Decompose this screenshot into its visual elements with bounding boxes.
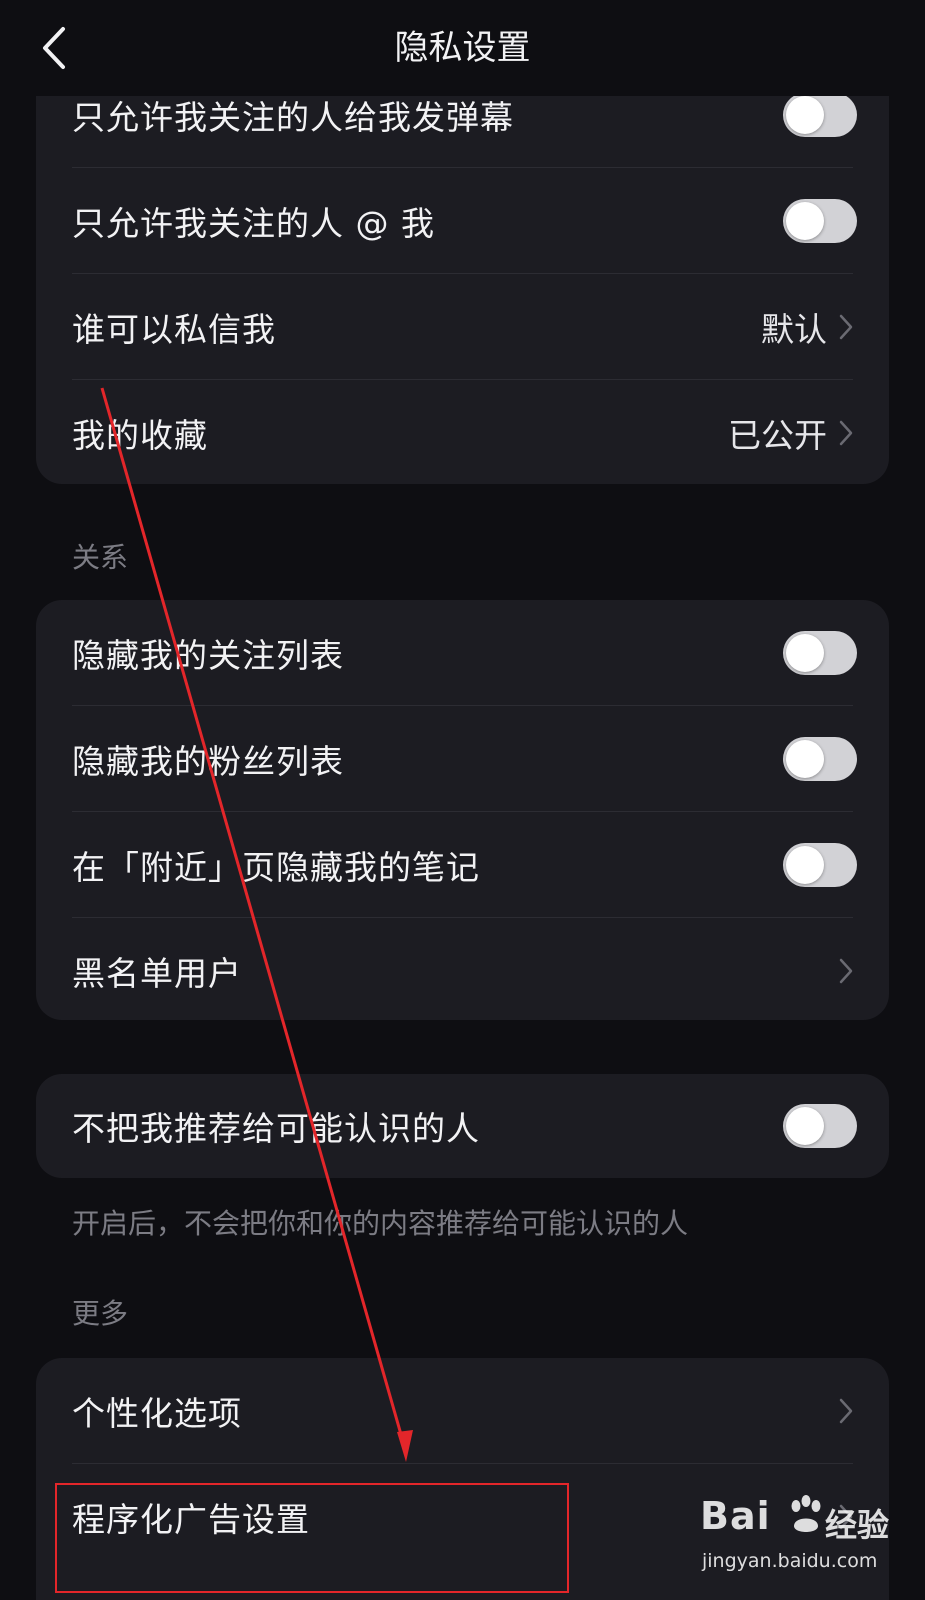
row-hide-following[interactable]: 隐藏我的关注列表 xyxy=(36,600,889,706)
row-label: 谁可以私信我 xyxy=(72,310,276,349)
watermark-url: jingyan.baidu.com xyxy=(702,1550,878,1572)
recommend-hint-text: 开启后，不会把你和你的内容推荐给可能认识的人 xyxy=(72,1207,689,1240)
toggle-danmaku-followed-only[interactable] xyxy=(783,93,857,137)
row-label: 隐藏我的粉丝列表 xyxy=(72,742,344,781)
chevron-right-icon xyxy=(835,956,857,986)
annotation-highlight-box xyxy=(55,1483,569,1593)
row-blacklist[interactable]: 黑名单用户 xyxy=(36,918,889,1020)
toggle-knob xyxy=(786,634,824,672)
row-who-can-message[interactable]: 谁可以私信我 默认 xyxy=(36,274,889,380)
privacy-card-interaction: 只允许我关注的人给我发弹幕 只允许我关注的人 @ 我 谁可以私信我 默认 我的收… xyxy=(36,38,889,484)
row-label: 在「附近」页隐藏我的笔记 xyxy=(72,848,480,887)
row-label: 个性化选项 xyxy=(72,1394,242,1433)
privacy-card-relation: 隐藏我的关注列表 隐藏我的粉丝列表 在「附近」页隐藏我的笔记 黑名单用户 xyxy=(36,600,889,1020)
row-hide-followers[interactable]: 隐藏我的粉丝列表 xyxy=(36,706,889,812)
section-label-relation: 关系 xyxy=(72,541,129,574)
row-label: 不把我推荐给可能认识的人 xyxy=(72,1109,480,1148)
row-value: 已公开 xyxy=(728,416,827,455)
row-label: 隐藏我的关注列表 xyxy=(72,636,344,675)
toggle-knob xyxy=(786,96,824,134)
chevron-right-icon xyxy=(835,418,857,448)
watermark-logo-suffix: 经验 xyxy=(825,1506,890,1544)
nav-bar: 隐私设置 xyxy=(0,0,925,96)
paw-icon xyxy=(791,1495,821,1532)
page-title: 隐私设置 xyxy=(394,28,531,68)
row-my-favorites[interactable]: 我的收藏 已公开 xyxy=(36,380,889,484)
section-label-more: 更多 xyxy=(72,1297,129,1330)
baidu-jingyan-watermark: Bai 经验 jingyan.baidu.com xyxy=(700,1494,900,1584)
chevron-right-icon xyxy=(835,312,857,342)
privacy-card-recommend: 不把我推荐给可能认识的人 xyxy=(36,1074,889,1178)
toggle-no-recommend[interactable] xyxy=(783,1104,857,1148)
row-label: 黑名单用户 xyxy=(72,954,242,993)
chevron-right-icon xyxy=(835,1396,857,1426)
row-hide-notes-nearby[interactable]: 在「附近」页隐藏我的笔记 xyxy=(36,812,889,918)
row-personalization[interactable]: 个性化选项 xyxy=(36,1358,889,1464)
toggle-knob xyxy=(786,846,824,884)
row-no-recommend-to-acquaintances[interactable]: 不把我推荐给可能认识的人 xyxy=(36,1074,889,1178)
watermark-logo: Bai xyxy=(700,1494,771,1538)
toggle-hide-followers[interactable] xyxy=(783,737,857,781)
toggle-knob xyxy=(786,1107,824,1145)
row-label: 只允许我关注的人 @ 我 xyxy=(72,204,435,243)
row-label: 只允许我关注的人给我发弹幕 xyxy=(72,98,514,137)
toggle-hide-notes-nearby[interactable] xyxy=(783,843,857,887)
toggle-hide-following[interactable] xyxy=(783,631,857,675)
toggle-knob xyxy=(786,202,824,240)
toggle-mention-followed-only[interactable] xyxy=(783,199,857,243)
toggle-knob xyxy=(786,740,824,778)
row-mention-followed-only[interactable]: 只允许我关注的人 @ 我 xyxy=(36,168,889,274)
row-value: 默认 xyxy=(761,310,827,349)
row-label: 我的收藏 xyxy=(72,416,208,455)
